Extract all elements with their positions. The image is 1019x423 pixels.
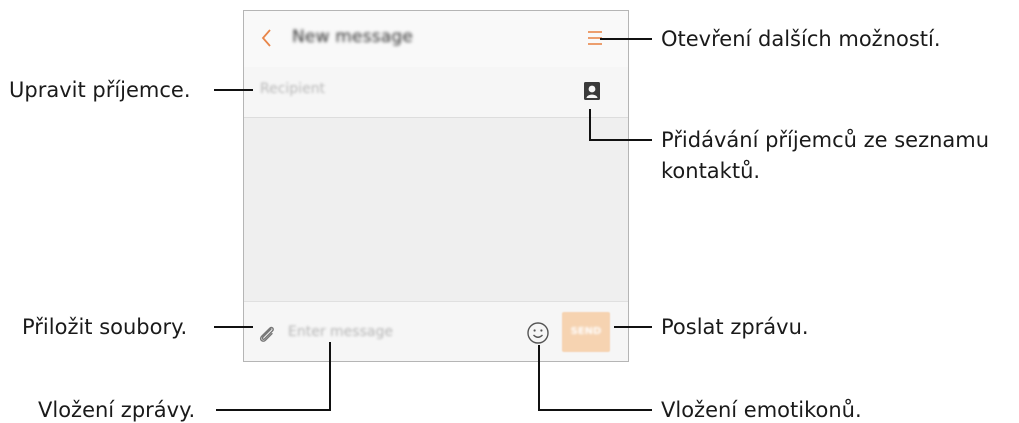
send-button[interactable]: SEND — [562, 312, 610, 352]
app-bar: New message — [244, 11, 628, 68]
callout-edit-recipients: Upravit příjemce. — [9, 78, 191, 102]
screen-title: New message — [292, 27, 414, 47]
callout-more-options: Otevření dalších možností. — [661, 27, 941, 51]
callout-attach-files: Přiložit soubory. — [22, 315, 188, 339]
chevron-left-icon[interactable] — [260, 27, 274, 49]
callout-enter-message: Vložení zprávy. — [38, 398, 196, 422]
paperclip-icon[interactable] — [256, 323, 278, 345]
compose-bar: Enter message SEND — [244, 301, 628, 361]
menu-icon[interactable] — [586, 29, 606, 47]
callout-add-from-contacts-line2: kontaktů. — [661, 159, 761, 183]
message-input[interactable]: Enter message — [288, 324, 393, 340]
callout-insert-emoticons: Vložení emotikonů. — [661, 398, 862, 422]
send-button-label: SEND — [570, 326, 602, 337]
recipient-field[interactable]: Recipient — [260, 81, 325, 97]
callout-add-from-contacts-line1: Přidávání příjemců ze seznamu — [661, 128, 990, 152]
phone-screen: New message Recipient Enter message SEND — [243, 10, 629, 362]
callout-send-message: Poslat zprávu. — [661, 315, 809, 339]
contact-icon[interactable] — [583, 81, 601, 101]
recipient-row: Recipient — [244, 67, 628, 118]
emoji-icon[interactable] — [526, 321, 550, 345]
